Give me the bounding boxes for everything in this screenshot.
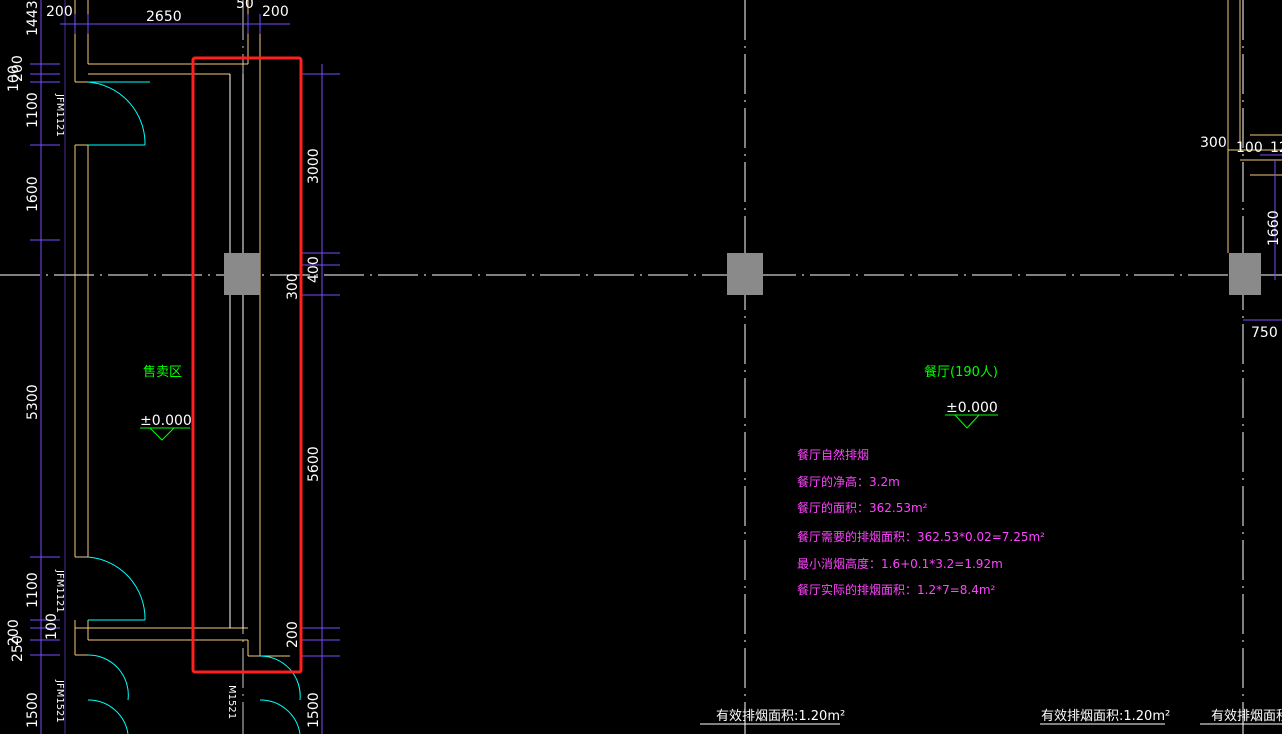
dim-left-200-top: 200 bbox=[10, 55, 26, 82]
dim-right-200: 200 bbox=[285, 621, 301, 648]
dim-right-1500: 1500 bbox=[306, 692, 322, 728]
door-label-m: M1521 bbox=[226, 685, 237, 719]
smoke-area-label-2: 有效排烟面积:1.20m² bbox=[1041, 709, 1170, 724]
calc-line-2: 餐厅的净高：3.2m bbox=[797, 474, 900, 489]
level-text-right: ±0.000 bbox=[946, 400, 998, 416]
door-label-jfm-bottom: JFM1121 bbox=[54, 569, 65, 613]
dim-top-50: 50 bbox=[236, 0, 254, 12]
calc-line-6: 餐厅实际的排烟面积：1.2*7=8.4m² bbox=[797, 582, 996, 597]
dim-right-300: 300 bbox=[285, 273, 301, 300]
door-label-jfm-top: JFM1121 bbox=[54, 93, 65, 137]
calc-line-4: 餐厅需要的排烟面积：362.53*0.02=7.25m² bbox=[797, 529, 1045, 544]
selection-highlight-box[interactable] bbox=[191, 56, 303, 674]
dim-left-5300: 5300 bbox=[25, 384, 41, 420]
level-text-left: ±0.000 bbox=[140, 413, 192, 429]
dim-top-200-right: 200 bbox=[262, 4, 289, 20]
dim-top-2650: 2650 bbox=[146, 9, 182, 25]
dim-far-12: 12 bbox=[1270, 140, 1282, 156]
dim-far-750: 750 bbox=[1251, 325, 1278, 341]
dim-left-1443: 1443 bbox=[25, 0, 41, 36]
door-label-jfm-low: JFM1521 bbox=[54, 679, 65, 723]
smoke-area-label-3: 有效排烟面积:1.20m² bbox=[1211, 709, 1282, 724]
dim-left-1100-bottom: 1100 bbox=[25, 572, 41, 608]
dim-left-1600: 1600 bbox=[25, 176, 41, 212]
level-marker-left bbox=[140, 427, 190, 441]
dim-left-1100-top: 1100 bbox=[25, 92, 41, 128]
corridor-white-lines bbox=[229, 74, 244, 628]
smoke-area-label-1: 有效排烟面积:1.20m² bbox=[716, 709, 845, 724]
dim-top-200-left: 200 bbox=[46, 4, 73, 20]
column-2[interactable] bbox=[727, 253, 763, 295]
dim-right-5600: 5600 bbox=[306, 446, 322, 482]
calc-line-3: 餐厅的面积：362.53m² bbox=[797, 500, 928, 515]
dim-right-3000: 3000 bbox=[306, 148, 322, 184]
dim-left-250: 250 bbox=[10, 635, 26, 662]
dim-far-1660: 1660 bbox=[1266, 210, 1282, 246]
room-label-dining-hall: 餐厅(190人) bbox=[924, 364, 998, 380]
column-3[interactable] bbox=[1229, 253, 1261, 295]
corridor-walls bbox=[229, 0, 290, 657]
dim-left-1500: 1500 bbox=[25, 692, 41, 728]
calc-line-1: 餐厅自然排烟 bbox=[797, 447, 869, 462]
calc-line-5: 最小消烟高度：1.6+0.1*3.2=1.92m bbox=[797, 556, 1003, 571]
dim-right-400: 400 bbox=[306, 256, 322, 283]
left-wall bbox=[74, 0, 248, 656]
dim-far-100: 100 bbox=[1236, 140, 1263, 156]
dim-far-300: 300 bbox=[1200, 135, 1227, 151]
level-marker-right bbox=[945, 414, 998, 429]
dim-left-100-bottom: 100 bbox=[44, 613, 60, 640]
room-label-sales-area: 售卖区 bbox=[143, 364, 182, 380]
cad-drawing-canvas[interactable]: 200 2650 50 200 1443 100 200 1100 1600 5… bbox=[0, 0, 1282, 734]
column-1[interactable] bbox=[224, 253, 260, 295]
